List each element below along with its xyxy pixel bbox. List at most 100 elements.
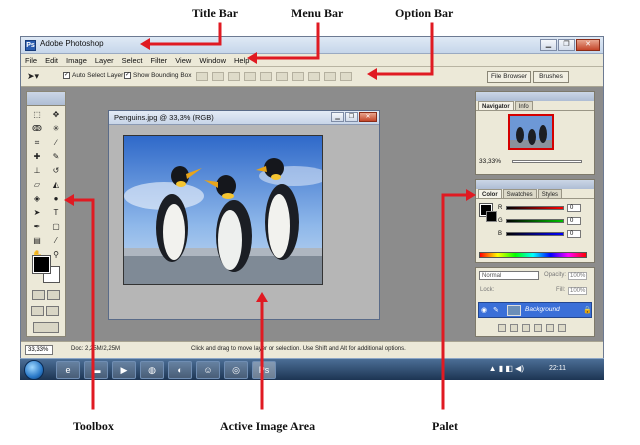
globe-icon[interactable]: ◍	[140, 361, 164, 379]
fill-value[interactable]: 100%	[568, 287, 588, 295]
adjustment-layer-icon[interactable]	[534, 324, 542, 332]
layer-mask-icon[interactable]	[510, 324, 518, 332]
distribute-center-icon[interactable]	[308, 72, 320, 81]
brushes-tab[interactable]: Brushes	[533, 71, 569, 83]
toolbox-header[interactable]	[27, 92, 65, 106]
screen-mode-menu-icon[interactable]	[46, 306, 59, 316]
tab-info[interactable]: Info	[514, 101, 533, 110]
layer-style-icon[interactable]	[498, 324, 506, 332]
doc-close-icon[interactable]: ✕	[359, 112, 377, 122]
menu-select[interactable]: Select	[122, 56, 143, 65]
clone-stamp-icon[interactable]: ⊥	[28, 164, 46, 177]
start-button-icon[interactable]	[24, 360, 44, 380]
navigator-panel-header[interactable]	[476, 92, 594, 101]
move-tool-preset-icon[interactable]: ➤▾	[27, 71, 49, 83]
new-set-icon[interactable]	[522, 324, 530, 332]
menu-image[interactable]: Image	[66, 56, 87, 65]
path-select-icon[interactable]: ➤	[28, 206, 46, 219]
restore-icon[interactable]: ❐	[558, 39, 575, 51]
menu-filter[interactable]: Filter	[151, 56, 168, 65]
tab-color[interactable]: Color	[478, 189, 502, 198]
document-title-bar[interactable]: Penguins.jpg @ 33,3% (RGB) ▁ ❐ ✕	[109, 111, 379, 125]
screen-mode-standard-icon[interactable]	[31, 306, 44, 316]
layer-row-background[interactable]: ◉ ✎ Background 🔒	[478, 302, 592, 318]
messenger-icon[interactable]: ☺	[196, 361, 220, 379]
active-image-area[interactable]	[123, 135, 323, 285]
marquee-tool-icon[interactable]: ⬚	[28, 108, 46, 121]
menu-help[interactable]: Help	[234, 56, 249, 65]
blur-tool-icon[interactable]: ◈	[28, 192, 46, 205]
foreground-color-swatch[interactable]	[32, 255, 51, 274]
crop-tool-icon[interactable]: ⌗	[28, 136, 46, 149]
pen-tool-icon[interactable]: ✒	[28, 220, 46, 233]
quick-mask-icon[interactable]	[47, 290, 60, 300]
eraser-tool-icon[interactable]: ▱	[28, 178, 46, 191]
color-panel-background-swatch[interactable]	[486, 211, 497, 222]
close-icon[interactable]: ✕	[576, 39, 600, 51]
channel-g-slider[interactable]	[506, 219, 564, 223]
type-tool-icon[interactable]: T	[47, 206, 65, 219]
magic-wand-icon[interactable]: ✳	[47, 122, 65, 135]
auto-select-layer-checkbox[interactable]: ✓ Auto Select Layer	[63, 72, 123, 79]
color-spectrum-bar[interactable]	[479, 252, 587, 258]
align-right-icon[interactable]	[276, 72, 288, 81]
tab-navigator[interactable]: Navigator	[478, 101, 514, 110]
minimize-icon[interactable]: ▁	[540, 39, 557, 51]
show-bounding-box-checkbox[interactable]: ✓ Show Bounding Box	[124, 72, 192, 79]
eyedropper-icon[interactable]: ⁄	[47, 234, 65, 247]
channel-b-value[interactable]: 0	[567, 230, 581, 238]
menu-view[interactable]: View	[175, 56, 191, 65]
doc-minimize-icon[interactable]: ▁	[331, 112, 344, 122]
menu-file[interactable]: File	[25, 56, 37, 65]
ie-icon[interactable]: e	[56, 361, 80, 379]
healing-brush-icon[interactable]: ✚	[28, 150, 46, 163]
lasso-tool-icon[interactable]: ↂ	[28, 122, 46, 135]
navigator-zoom-value[interactable]: 33,33%	[479, 158, 501, 165]
navigator-zoom-slider[interactable]	[512, 160, 582, 163]
color-panel-header[interactable]	[476, 180, 594, 189]
align-vcenter-icon[interactable]	[212, 72, 224, 81]
standard-mode-icon[interactable]	[32, 290, 45, 300]
align-left-icon[interactable]	[244, 72, 256, 81]
distribute-left-icon[interactable]	[340, 72, 352, 81]
slice-tool-icon[interactable]: ∕	[47, 136, 65, 149]
photoshop-task-icon[interactable]: Ps	[252, 361, 276, 379]
paint-bucket-icon[interactable]: ◭	[47, 178, 65, 191]
distribute-top-icon[interactable]	[292, 72, 304, 81]
shape-tool-icon[interactable]: ▢	[47, 220, 65, 233]
new-layer-icon[interactable]	[546, 324, 554, 332]
channel-r-slider[interactable]	[506, 206, 564, 210]
tab-swatches[interactable]: Swatches	[502, 189, 537, 198]
menu-edit[interactable]: Edit	[45, 56, 58, 65]
title-bar[interactable]: Ps Adobe Photoshop ▁ ❐ ✕	[21, 37, 603, 54]
firefox-icon[interactable]: ◐	[168, 361, 192, 379]
eye-visibility-icon[interactable]: ◉	[481, 306, 487, 314]
delete-layer-icon[interactable]	[558, 324, 566, 332]
file-browser-tab[interactable]: File Browser	[487, 71, 531, 83]
move-tool-icon[interactable]: ✥	[47, 108, 65, 121]
doc-restore-icon[interactable]: ❐	[345, 112, 358, 122]
status-zoom-field[interactable]: 33,33%	[25, 345, 53, 355]
align-hcenter-icon[interactable]	[260, 72, 272, 81]
dodge-tool-icon[interactable]: ●	[47, 192, 65, 205]
tab-styles[interactable]: Styles	[537, 189, 563, 198]
brush-tool-icon[interactable]: ✎	[47, 150, 65, 163]
navigator-thumbnail[interactable]	[508, 114, 554, 150]
folder-icon[interactable]: ▬	[84, 361, 108, 379]
media-player-icon[interactable]: ▶	[112, 361, 136, 379]
taskbar-clock[interactable]: 22:11	[549, 365, 566, 372]
system-tray-icons[interactable]: ▲ ▮ ◧ ◀)	[489, 364, 524, 373]
channel-g-value[interactable]: 0	[567, 217, 581, 225]
chrome-icon[interactable]: ◎	[224, 361, 248, 379]
history-brush-icon[interactable]: ↺	[47, 164, 65, 177]
opacity-value[interactable]: 100%	[568, 272, 588, 280]
brush-link-icon[interactable]: ✎	[493, 306, 499, 314]
menu-layer[interactable]: Layer	[95, 56, 114, 65]
blend-mode-select[interactable]: Normal	[479, 271, 539, 280]
menu-window[interactable]: Window	[199, 56, 226, 65]
distribute-bottom-icon[interactable]	[324, 72, 336, 81]
notes-tool-icon[interactable]: ▤	[28, 234, 46, 247]
align-bottom-icon[interactable]	[228, 72, 240, 81]
jump-to-imageready-icon[interactable]	[33, 322, 59, 333]
channel-r-value[interactable]: 0	[567, 204, 581, 212]
